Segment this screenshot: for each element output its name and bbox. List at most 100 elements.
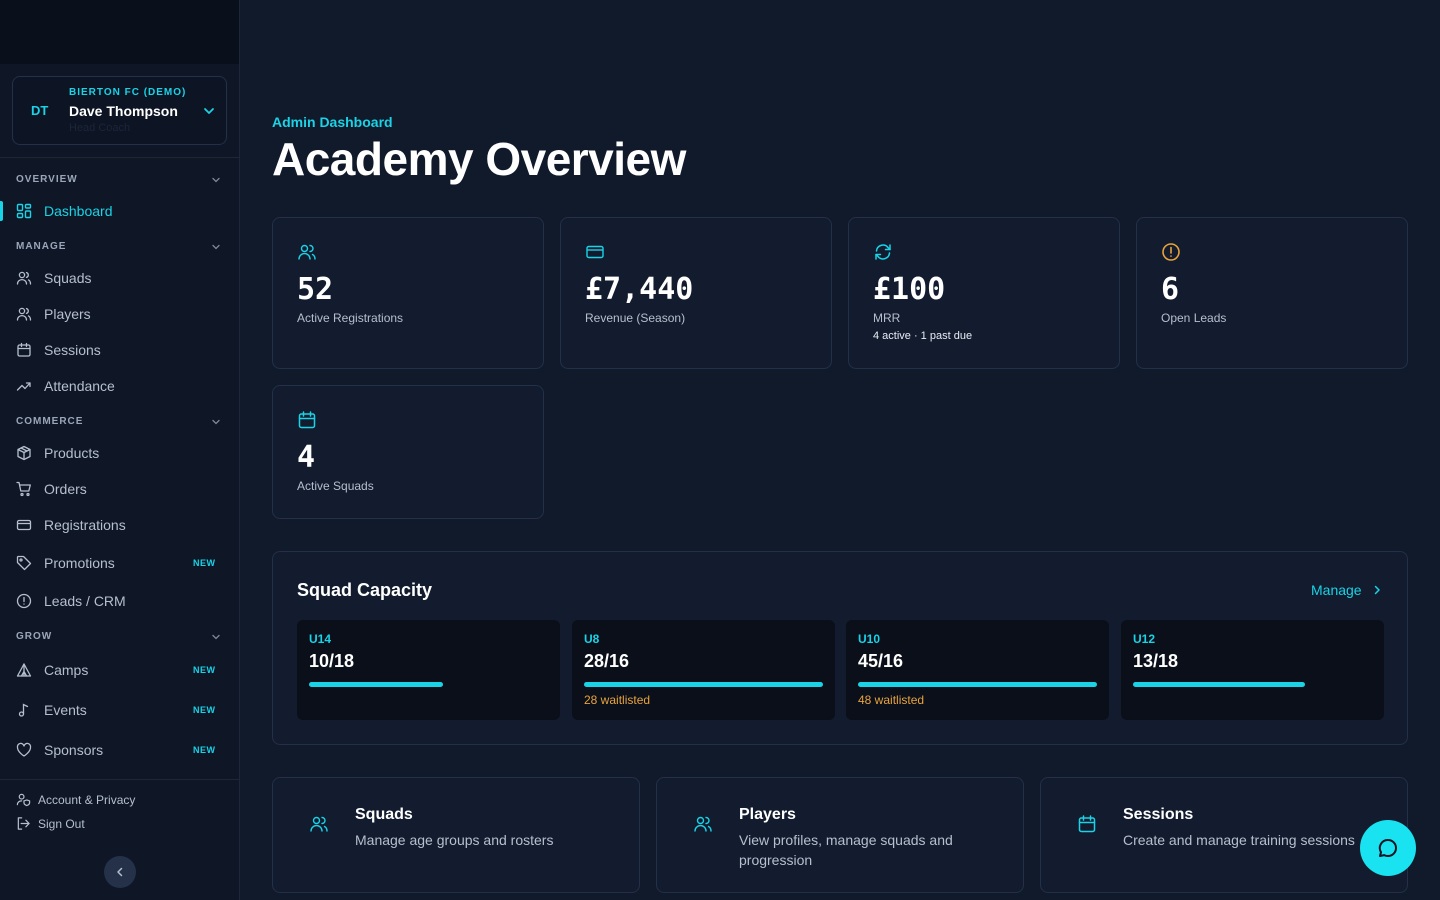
sidebar-item-leads[interactable]: Leads / CRM (0, 585, 239, 617)
quick-link-title: Sessions (1123, 806, 1194, 823)
sidebar-item-label: Dashboard (44, 203, 113, 219)
sign-out-label: Sign Out (38, 817, 85, 831)
sidebar-item-promotions[interactable]: Promotions NEW (0, 547, 239, 579)
log-out-icon (17, 817, 30, 830)
squad-count: 10/18 (309, 651, 355, 671)
stat-card-registrations: 52 Active Registrations (272, 217, 544, 369)
alert-circle-icon (16, 593, 32, 609)
section-commerce[interactable]: COMMERCE (16, 416, 83, 427)
calendar-icon (298, 411, 316, 429)
new-badge: NEW (193, 745, 216, 755)
stat-value: 52 (297, 272, 334, 307)
chevron-down-icon (204, 108, 214, 114)
heart-icon (16, 742, 32, 757)
chevron-right-icon[interactable] (1371, 584, 1383, 596)
sidebar-item-label: Leads / CRM (44, 593, 126, 609)
users-icon (16, 271, 32, 285)
section-title: Squad Capacity (297, 580, 433, 600)
sidebar-item-label: Promotions (44, 555, 115, 571)
new-badge: NEW (193, 665, 216, 675)
manage-link[interactable]: Manage (1311, 582, 1362, 598)
chevron-down-icon[interactable] (210, 174, 222, 186)
sidebar-item-squads[interactable]: Squads (0, 262, 239, 294)
divider (0, 157, 240, 158)
sidebar-item-events[interactable]: Events NEW (0, 694, 239, 726)
quick-link-title: Players (739, 806, 796, 823)
sidebar-logo-area (0, 0, 239, 64)
avatar: DT (31, 103, 49, 118)
sidebar-item-orders[interactable]: Orders (0, 473, 239, 505)
squad-capacity-card[interactable]: U10 45/16 48 waitlisted (846, 620, 1109, 720)
credit-card-icon (586, 245, 604, 259)
sidebar-item-sponsors[interactable]: Sponsors NEW (0, 734, 239, 766)
stat-label: Open Leads (1161, 311, 1227, 325)
users-icon (310, 816, 328, 832)
quick-link-description: View profiles, manage squads and progres… (739, 832, 953, 868)
account-privacy-label: Account & Privacy (38, 793, 136, 807)
chevron-down-icon[interactable] (210, 631, 222, 643)
capacity-bar (309, 682, 443, 687)
squad-capacity-card[interactable]: U14 10/18 (297, 620, 560, 720)
sidebar-item-label: Sessions (44, 342, 101, 358)
tent-icon (16, 663, 32, 677)
collapse-sidebar-button[interactable] (104, 856, 136, 888)
squad-capacity-panel: Squad Capacity Manage U14 10/18 U8 28/16… (272, 551, 1408, 745)
divider (0, 779, 240, 780)
waitlist-text: 48 waitlisted (858, 693, 925, 707)
sidebar-item-dashboard[interactable]: Dashboard (0, 195, 239, 227)
squad-capacity-card[interactable]: U12 13/18 (1121, 620, 1384, 720)
new-badge: NEW (193, 705, 216, 715)
quick-link-description: Create and manage training sessions (1123, 832, 1355, 848)
quick-link-sessions[interactable]: Sessions Create and manage training sess… (1040, 777, 1408, 893)
sidebar-item-label: Registrations (44, 517, 126, 533)
quick-link-players[interactable]: Players View profiles, manage squads and… (656, 777, 1024, 893)
stat-subtext: 4 active · 1 past due (873, 330, 973, 342)
user-role: Head Coach (69, 122, 131, 134)
stat-label: Active Squads (297, 479, 374, 493)
club-name: BIERTON FC (DEMO) (69, 87, 187, 98)
chat-button[interactable] (1360, 820, 1416, 876)
stat-label: Revenue (Season) (585, 311, 686, 325)
stat-value: 4 (297, 440, 316, 475)
sign-out-button[interactable]: Sign Out (0, 814, 239, 834)
squad-count: 28/16 (584, 651, 630, 671)
sidebar-item-players[interactable]: Players (0, 298, 239, 330)
squad-age-group: U10 (858, 632, 881, 646)
stat-card-squads: 4 Active Squads (272, 385, 544, 519)
chevron-down-icon[interactable] (210, 416, 222, 428)
quick-link-squads[interactable]: Squads Manage age groups and rosters (272, 777, 640, 893)
section-manage[interactable]: MANAGE (16, 241, 66, 252)
squad-capacity-card[interactable]: U8 28/16 28 waitlisted (572, 620, 835, 720)
calendar-icon (17, 342, 31, 357)
waitlist-text: 28 waitlisted (584, 693, 651, 707)
sidebar-item-attendance[interactable]: Attendance (0, 370, 239, 402)
chevron-left-icon (117, 867, 123, 877)
sidebar-item-sessions[interactable]: Sessions (0, 334, 239, 366)
sidebar-item-label: Sponsors (44, 742, 104, 758)
section-overview[interactable]: OVERVIEW (16, 174, 78, 185)
sidebar-item-products[interactable]: Products (0, 437, 239, 469)
squad-age-group: U12 (1133, 632, 1156, 646)
squad-count: 13/18 (1133, 651, 1179, 671)
alert-circle-icon (1162, 243, 1180, 261)
chevron-down-icon[interactable] (210, 241, 222, 253)
new-badge: NEW (193, 558, 216, 568)
account-privacy-link[interactable]: Account & Privacy (0, 790, 239, 810)
stat-label: MRR (873, 311, 901, 325)
refresh-icon (875, 244, 891, 260)
section-grow[interactable]: GROW (16, 631, 52, 642)
stat-card-leads: 6 Open Leads (1136, 217, 1408, 369)
quick-link-description: Manage age groups and rosters (355, 832, 554, 848)
sidebar-item-camps[interactable]: Camps NEW (0, 654, 239, 686)
page-eyebrow: Admin Dashboard (272, 114, 393, 130)
sidebar-item-registrations[interactable]: Registrations (0, 509, 239, 541)
trending-up-icon (16, 382, 31, 391)
profile-switcher[interactable]: DT BIERTON FC (DEMO) Dave Thompson Head … (12, 76, 227, 145)
sidebar-item-label: Orders (44, 481, 87, 497)
layout-grid-icon (16, 203, 32, 219)
sidebar-item-label: Attendance (44, 378, 115, 394)
sidebar-item-label: Squads (44, 270, 92, 286)
quick-link-title: Squads (355, 806, 413, 823)
stat-label: Active Registrations (297, 311, 404, 325)
users-icon (694, 816, 712, 832)
